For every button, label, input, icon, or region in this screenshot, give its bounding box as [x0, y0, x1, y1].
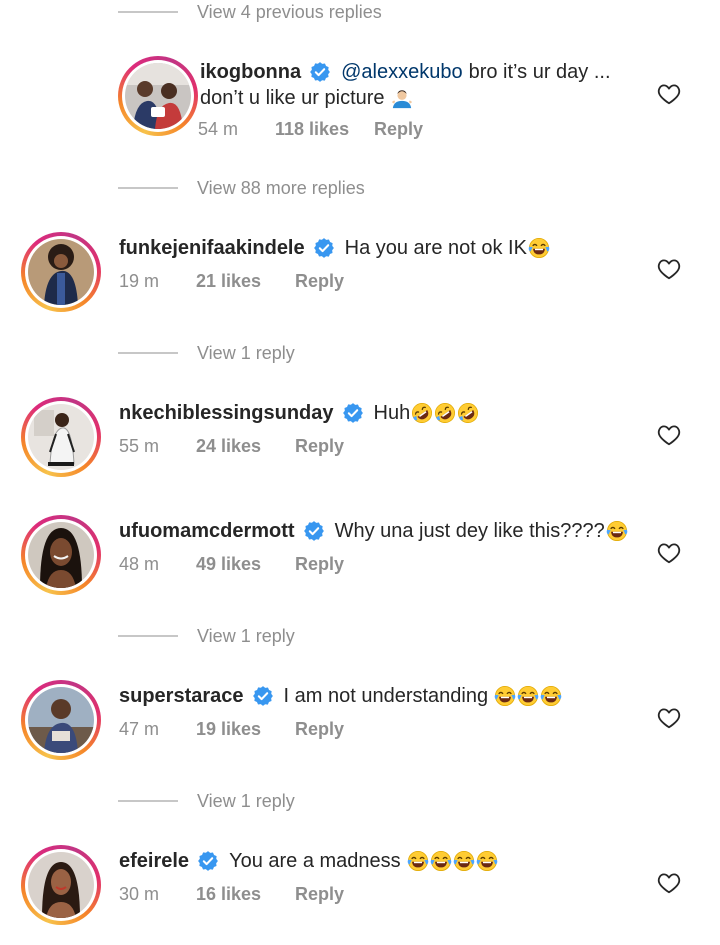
reply-button[interactable]: Reply: [295, 554, 344, 575]
face-with-tears-of-joy-emoji: [494, 685, 516, 707]
face-with-tears-of-joy-emoji: [430, 850, 452, 872]
comment-timestamp: 19 m: [119, 271, 160, 291]
comment-likes[interactable]: 16 likes: [196, 884, 261, 905]
face-with-tears-of-joy-emoji: [528, 237, 550, 259]
comment-timestamp: 30 m: [119, 884, 160, 904]
reply-button[interactable]: Reply: [295, 436, 344, 457]
view-one-reply-link[interactable]: View 1 reply: [118, 789, 295, 813]
view-replies-label: View 88 more replies: [197, 177, 365, 198]
view-replies-label: View 1 reply: [197, 790, 295, 811]
comment-text-continued: don’t u like ur picture: [200, 87, 385, 109]
man-shrugging-emoji: [391, 88, 413, 110]
view-replies-label: View 1 reply: [197, 625, 295, 646]
verified-badge-icon: [342, 402, 364, 424]
comment-username[interactable]: funkejenifaakindele: [119, 235, 305, 261]
avatar-photo: [28, 239, 94, 305]
face-with-tears-of-joy-emoji: [476, 850, 498, 872]
reply-button[interactable]: Reply: [374, 119, 423, 140]
comment-likes[interactable]: 118 likes: [275, 119, 349, 140]
comment-text: I am not understanding: [283, 685, 489, 707]
comment-username[interactable]: efeirele: [119, 848, 189, 874]
avatar-photo: [28, 404, 94, 470]
comment-timestamp: 55 m: [119, 436, 160, 456]
rolling-on-floor-laughing-emoji: [434, 402, 456, 424]
avatar[interactable]: [21, 515, 101, 595]
reply-button[interactable]: Reply: [295, 884, 344, 905]
avatar-photo: [28, 687, 94, 753]
avatar[interactable]: [21, 680, 101, 760]
comment-text: Ha you are not ok IK: [344, 237, 527, 259]
reply-button[interactable]: Reply: [295, 271, 344, 292]
view-replies-divider: [118, 800, 178, 802]
avatar-photo: [28, 852, 94, 918]
reply-button[interactable]: Reply: [295, 719, 344, 740]
rolling-on-floor-laughing-emoji: [457, 402, 479, 424]
verified-badge-icon: [197, 850, 219, 872]
face-with-tears-of-joy-emoji: [540, 685, 562, 707]
verified-badge-icon: [252, 685, 274, 707]
view-previous-replies-link[interactable]: View 4 previous replies: [118, 0, 382, 24]
avatar[interactable]: [118, 56, 198, 136]
view-more-replies-link[interactable]: View 88 more replies: [118, 176, 365, 200]
heart-icon[interactable]: [657, 258, 681, 280]
face-with-tears-of-joy-emoji: [407, 850, 429, 872]
comment-timestamp: 47 m: [119, 719, 160, 739]
heart-icon[interactable]: [657, 83, 681, 105]
heart-icon[interactable]: [657, 424, 681, 446]
heart-icon[interactable]: [657, 707, 681, 729]
heart-icon[interactable]: [657, 542, 681, 564]
view-one-reply-link[interactable]: View 1 reply: [118, 341, 295, 365]
avatar[interactable]: [21, 397, 101, 477]
view-replies-divider: [118, 352, 178, 354]
view-replies-divider: [118, 187, 178, 189]
comment-likes[interactable]: 49 likes: [196, 554, 261, 575]
avatar-photo: [125, 63, 191, 129]
comment-username[interactable]: ufuomamcdermott: [119, 518, 295, 544]
view-replies-divider: [118, 635, 178, 637]
face-with-tears-of-joy-emoji: [606, 520, 628, 542]
comment-likes[interactable]: 21 likes: [196, 271, 261, 292]
verified-badge-icon: [313, 237, 335, 259]
view-replies-label: View 4 previous replies: [197, 1, 382, 22]
avatar[interactable]: [21, 232, 101, 312]
comment-text: Huh: [373, 402, 411, 424]
face-with-tears-of-joy-emoji: [453, 850, 475, 872]
comment-likes[interactable]: 24 likes: [196, 436, 261, 457]
comment-username[interactable]: nkechiblessingsunday: [119, 400, 334, 426]
comment-likes[interactable]: 19 likes: [196, 719, 261, 740]
face-with-tears-of-joy-emoji: [517, 685, 539, 707]
comment-text: You are a madness: [229, 850, 401, 872]
comment-timestamp: 54 m: [198, 119, 239, 139]
comment-mention[interactable]: @alexxekubo: [341, 59, 462, 85]
view-one-reply-link[interactable]: View 1 reply: [118, 624, 295, 648]
view-replies-label: View 1 reply: [197, 342, 295, 363]
rolling-on-floor-laughing-emoji: [411, 402, 433, 424]
view-replies-divider: [118, 11, 178, 13]
comment-username[interactable]: superstarace: [119, 683, 244, 709]
comment-username[interactable]: ikogbonna: [200, 59, 301, 85]
comment-timestamp: 48 m: [119, 554, 160, 574]
avatar-photo: [28, 522, 94, 588]
heart-icon[interactable]: [657, 872, 681, 894]
verified-badge-icon: [309, 61, 331, 83]
verified-badge-icon: [303, 520, 325, 542]
comment-text: bro it’s ur day ...: [468, 61, 611, 83]
avatar[interactable]: [21, 845, 101, 925]
comment-text: Why una just dey like this????: [334, 520, 605, 542]
